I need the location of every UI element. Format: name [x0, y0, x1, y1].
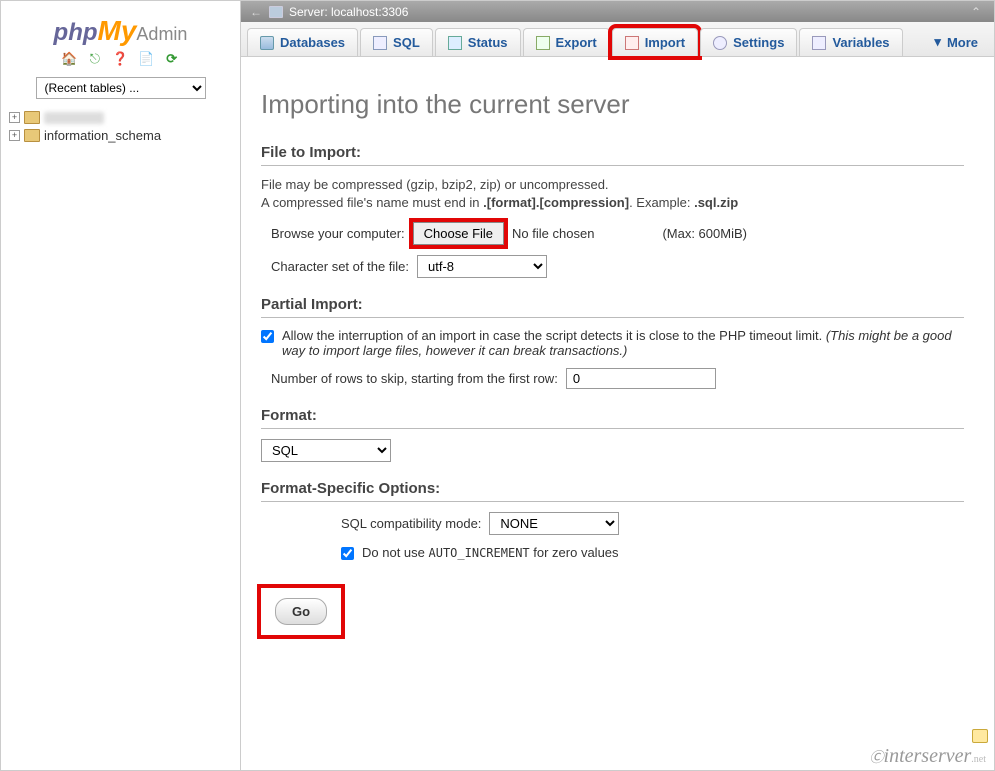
status-icon — [448, 36, 462, 50]
noauto-label: Do not use AUTO_INCREMENT for zero value… — [362, 545, 619, 560]
file-hint: File may be compressed (gzip, bzip2, zip… — [261, 176, 964, 212]
phpmyadmin-logo: phpMyAdmin — [9, 15, 232, 47]
allow-text: Allow the interruption of an import in c… — [282, 328, 826, 343]
allow-interruption-label: Allow the interruption of an import in c… — [282, 328, 964, 358]
tab-more[interactable]: ▾ More — [924, 28, 988, 56]
tab-label: More — [947, 35, 978, 50]
tab-label: Import — [645, 35, 685, 50]
docs-icon[interactable]: 📄 — [137, 51, 155, 69]
page-title: Importing into the current server — [261, 89, 964, 120]
export-icon — [536, 36, 550, 50]
sidebar-quick-icons: 🏠 ⎋ ❓ 📄 ⟳ — [9, 51, 232, 69]
query-icon[interactable]: ❓ — [112, 51, 130, 69]
watermark-net: .net — [971, 754, 986, 765]
noauto-row: Do not use AUTO_INCREMENT for zero value… — [341, 545, 964, 560]
tab-variables[interactable]: Variables — [799, 28, 902, 56]
noauto-text-b: for zero values — [530, 545, 619, 560]
nav-back-icon[interactable]: ← — [249, 5, 263, 19]
watermark-text: interserver — [884, 745, 972, 767]
charset-select[interactable]: utf-8 — [417, 255, 547, 278]
go-button-wrapper: Go — [261, 588, 341, 635]
expand-icon[interactable]: + — [9, 130, 20, 141]
hint-line2a: A compressed file's name must end in — [261, 195, 483, 210]
noauto-code: AUTO_INCREMENT — [429, 546, 530, 560]
sidebar: phpMyAdmin 🏠 ⎋ ❓ 📄 ⟳ (Recent tables) ...… — [1, 1, 241, 770]
variables-icon — [812, 36, 826, 50]
tab-label: Settings — [733, 35, 784, 50]
section-partial-import: Partial Import: — [261, 296, 964, 318]
hint-bold: .[format].[compression] — [483, 195, 629, 210]
charset-row: Character set of the file: utf-8 — [261, 255, 964, 278]
database-icon — [260, 36, 274, 50]
collapse-icon[interactable]: ⌃ — [966, 5, 986, 19]
tab-label: Databases — [280, 35, 345, 50]
max-size-label: (Max: 600MiB) — [662, 226, 747, 241]
allow-interruption-row: Allow the interruption of an import in c… — [261, 328, 964, 358]
hint-line2b: . Example: — [629, 195, 694, 210]
home-icon[interactable]: 🏠 — [60, 51, 78, 69]
charset-label: Character set of the file: — [271, 259, 409, 274]
rows-skip-label: Number of rows to skip, starting from th… — [271, 371, 558, 386]
server-label: Server: localhost:3306 — [289, 5, 408, 19]
section-format-specific: Format-Specific Options: — [261, 480, 964, 502]
compat-select[interactable]: NONE — [489, 512, 619, 535]
format-select[interactable]: SQL — [261, 439, 391, 462]
tab-export[interactable]: Export — [523, 28, 610, 56]
import-icon — [625, 36, 639, 50]
database-icon — [24, 129, 40, 142]
tab-settings[interactable]: Settings — [700, 28, 797, 56]
bottom-notes-icon[interactable] — [972, 729, 988, 746]
rows-skip-input[interactable] — [566, 368, 716, 389]
recent-tables-select[interactable]: (Recent tables) ... — [36, 77, 206, 99]
section-format: Format: — [261, 407, 964, 429]
logout-icon[interactable]: ⎋ — [86, 51, 104, 69]
logo-part-admin: Admin — [136, 24, 187, 44]
hint-line1: File may be compressed (gzip, bzip2, zip… — [261, 177, 609, 192]
database-label-hidden — [44, 112, 104, 124]
compat-row: SQL compatibility mode: NONE — [341, 512, 964, 535]
sticky-note-icon — [972, 729, 988, 743]
logo-part-php: php — [54, 19, 98, 46]
format-specific-options: SQL compatibility mode: NONE Do not use … — [261, 512, 964, 560]
reload-icon[interactable]: ⟳ — [163, 51, 181, 69]
allow-interruption-checkbox[interactable] — [261, 330, 274, 343]
tab-status[interactable]: Status — [435, 28, 521, 56]
tree-row[interactable]: + — [9, 109, 232, 126]
compat-label: SQL compatibility mode: — [341, 516, 481, 531]
tab-label: SQL — [393, 35, 420, 50]
page-content: Importing into the current server File t… — [241, 57, 994, 655]
section-file-to-import: File to Import: — [261, 144, 964, 166]
main-panel: ← Server: localhost:3306 ⌃ Databases SQL… — [241, 1, 994, 770]
watermark: Ⓒinterserver.net — [870, 745, 986, 768]
noauto-text-a: Do not use — [362, 545, 429, 560]
database-label: information_schema — [44, 128, 161, 143]
server-icon — [269, 6, 283, 18]
database-tree: + + information_schema — [9, 109, 232, 145]
hint-example: .sql.zip — [694, 195, 738, 210]
chevron-down-icon: ▾ — [934, 34, 941, 50]
noauto-checkbox[interactable] — [341, 547, 354, 560]
tab-label: Status — [468, 35, 508, 50]
browse-label: Browse your computer: — [271, 226, 405, 241]
database-icon — [24, 111, 40, 124]
browse-row: Browse your computer: Choose File No fil… — [261, 222, 964, 245]
tab-import[interactable]: Import — [612, 28, 698, 56]
expand-icon[interactable]: + — [9, 112, 20, 123]
no-file-chosen-label: No file chosen — [512, 226, 594, 241]
choose-file-button[interactable]: Choose File — [413, 222, 504, 245]
tree-row[interactable]: + information_schema — [9, 126, 232, 145]
format-row: SQL — [261, 439, 964, 462]
logo-part-my: My — [98, 15, 137, 46]
server-bar: ← Server: localhost:3306 ⌃ — [241, 1, 994, 22]
sql-icon — [373, 36, 387, 50]
tab-sql[interactable]: SQL — [360, 28, 433, 56]
go-button[interactable]: Go — [275, 598, 327, 625]
settings-icon — [713, 36, 727, 50]
rows-skip-row: Number of rows to skip, starting from th… — [261, 368, 964, 389]
tab-label: Export — [556, 35, 597, 50]
tab-bar: Databases SQL Status Export Import Setti… — [241, 22, 994, 57]
tab-label: Variables — [832, 35, 889, 50]
tab-databases[interactable]: Databases — [247, 28, 358, 56]
